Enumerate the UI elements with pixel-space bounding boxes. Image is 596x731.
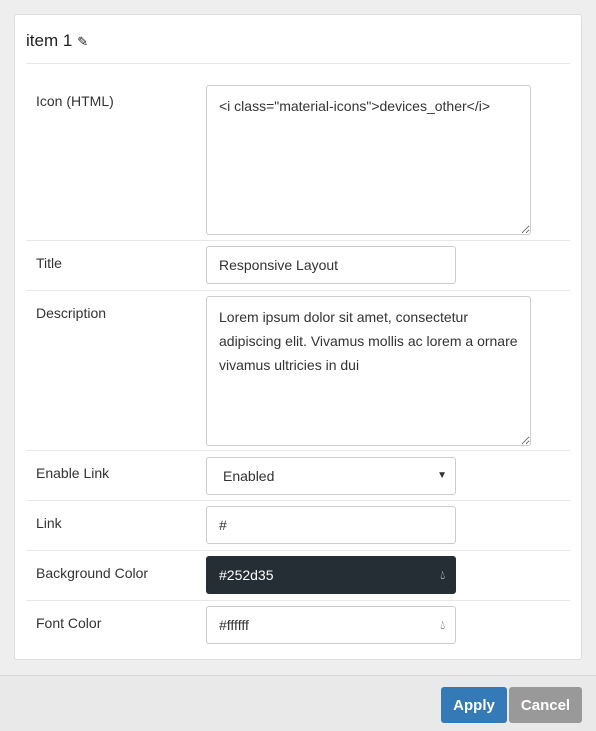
font-color-label: Font Color [36,615,102,631]
panel-title: item 1 [26,31,73,50]
background-color-input[interactable]: #252d35 💧︎ [206,556,456,594]
description-textarea[interactable]: Lorem ipsum dolor sit amet, consectetur … [206,296,531,446]
icon-html-textarea[interactable]: <i class="material-icons">devices_other<… [206,85,531,235]
background-color-value: #252d35 [219,567,274,583]
background-color-label: Background Color [36,565,149,581]
icon-label: Icon (HTML) [36,93,114,109]
divider [26,290,570,291]
cancel-button[interactable]: Cancel [509,687,582,723]
enable-link-value: Enabled [223,468,275,484]
apply-button[interactable]: Apply [441,687,507,723]
font-color-value: #ffffff [219,617,249,633]
color-drop-icon[interactable]: 💧︎ [440,607,445,643]
panel-header: item 1 ✎ [26,31,88,51]
link-label: Link [36,515,62,531]
enable-link-select[interactable]: Enabled ▼ [206,457,456,495]
divider [26,500,570,501]
caret-down-icon: ▼ [437,470,447,481]
divider [26,600,570,601]
link-input[interactable] [206,506,456,544]
item-panel: item 1 ✎ Icon (HTML) <i class="material-i… [14,14,582,660]
footer: Apply Cancel [0,675,596,731]
color-drop-icon[interactable]: 💧︎ [440,557,445,593]
title-label: Title [36,255,62,271]
divider [26,63,570,64]
description-label: Description [36,305,107,321]
divider [26,240,570,241]
title-input[interactable] [206,246,456,284]
font-color-input[interactable]: #ffffff 💧︎ [206,606,456,644]
divider [26,450,570,451]
pencil-icon[interactable]: ✎ [77,34,88,49]
divider [26,550,570,551]
enable-link-label: Enable Link [36,465,110,481]
